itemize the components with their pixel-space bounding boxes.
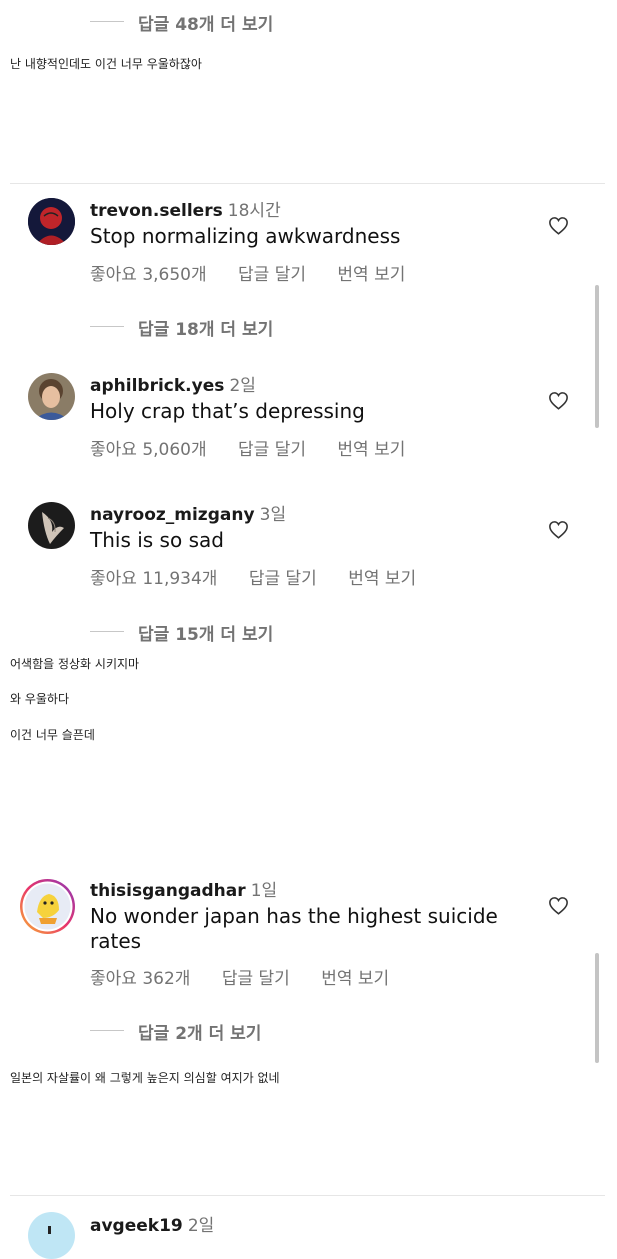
view-replies-button[interactable]: 답글 2개 더 보기 — [138, 1019, 261, 1044]
translation-text: 이건 너무 슬픈데 — [10, 728, 95, 742]
reply-button[interactable]: 답글 달기 — [249, 569, 317, 589]
scrollbar[interactable] — [595, 953, 599, 1063]
likes-count[interactable]: 좋아요 5,060개 — [90, 440, 207, 460]
comment-actions: 좋아요 11,934개 답글 달기 번역 보기 — [90, 564, 442, 589]
comment-time: 2일 — [229, 376, 256, 396]
likes-count[interactable]: 좋아요 3,650개 — [90, 265, 207, 285]
translate-button[interactable]: 번역 보기 — [337, 265, 405, 285]
translation-text: 와 우울하다 — [10, 692, 70, 706]
username-link[interactable]: avgeek19 — [90, 1216, 183, 1236]
comment-time: 2일 — [187, 1216, 215, 1236]
comment-header: trevon.sellers 18시간 — [90, 196, 281, 221]
username-link[interactable]: thisisgangadhar — [90, 881, 246, 901]
comment-time: 3일 — [259, 505, 287, 525]
heart-outline-icon[interactable] — [548, 896, 569, 915]
view-replies-button[interactable]: 답글 48개 더 보기 — [138, 10, 273, 35]
comment-header: thisisgangadhar 1일 — [90, 876, 277, 901]
comment-text: No wonder japan has the highest suicide … — [90, 904, 498, 953]
reply-line — [90, 326, 124, 327]
username-link[interactable]: trevon.sellers — [90, 201, 223, 221]
translation-text: 어색함을 정상화 시키지마 — [10, 657, 140, 671]
reply-line — [90, 631, 124, 632]
reply-line — [90, 21, 124, 22]
username-link[interactable]: nayrooz_mizgany — [90, 505, 255, 525]
comment-actions: 좋아요 362개 답글 달기 번역 보기 — [90, 964, 415, 989]
view-replies-button[interactable]: 답글 15개 더 보기 — [138, 620, 273, 645]
heart-outline-icon[interactable] — [548, 520, 569, 539]
likes-count[interactable]: 좋아요 362개 — [90, 969, 190, 989]
avatar[interactable] — [28, 198, 75, 245]
comment-text: Holy crap that’s depressing — [90, 399, 365, 423]
avatar[interactable] — [28, 502, 75, 549]
username-link[interactable]: aphilbrick.yes — [90, 376, 224, 396]
scrollbar[interactable] — [595, 285, 599, 428]
comment-actions: 좋아요 5,060개 답글 달기 번역 보기 — [90, 435, 431, 460]
divider — [10, 183, 605, 184]
avatar[interactable] — [28, 1212, 75, 1259]
comment-header: avgeek19 2일 — [90, 1211, 214, 1236]
reply-button[interactable]: 답글 달기 — [222, 969, 290, 989]
comment-text: Stop normalizing awkwardness — [90, 224, 401, 248]
reply-button[interactable]: 답글 달기 — [238, 265, 306, 285]
translate-button[interactable]: 번역 보기 — [348, 569, 416, 589]
comment-text: This is so sad — [90, 528, 224, 552]
comment-header: aphilbrick.yes 2일 — [90, 371, 256, 396]
translate-button[interactable]: 번역 보기 — [337, 440, 405, 460]
avatar[interactable] — [19, 878, 76, 935]
reply-line — [90, 1030, 124, 1031]
comment-actions: 좋아요 3,650개 답글 달기 번역 보기 — [90, 260, 431, 285]
heart-outline-icon[interactable] — [548, 216, 569, 235]
avatar[interactable] — [28, 373, 75, 420]
comment-time: 18시간 — [227, 201, 281, 221]
reply-button[interactable]: 답글 달기 — [238, 440, 306, 460]
heart-outline-icon[interactable] — [548, 391, 569, 410]
comment-header: nayrooz_mizgany 3일 — [90, 500, 286, 525]
translate-button[interactable]: 번역 보기 — [321, 969, 389, 989]
comment-time: 1일 — [250, 881, 278, 901]
translation-text: 난 내향적인데도 이건 너무 우울하잖아 — [10, 57, 202, 71]
view-replies-button[interactable]: 답글 18개 더 보기 — [138, 315, 273, 340]
divider — [10, 1195, 605, 1196]
translation-text: 일본의 자살률이 왜 그렇게 높은지 의심할 여지가 없네 — [10, 1071, 280, 1085]
likes-count[interactable]: 좋아요 11,934개 — [90, 569, 217, 589]
